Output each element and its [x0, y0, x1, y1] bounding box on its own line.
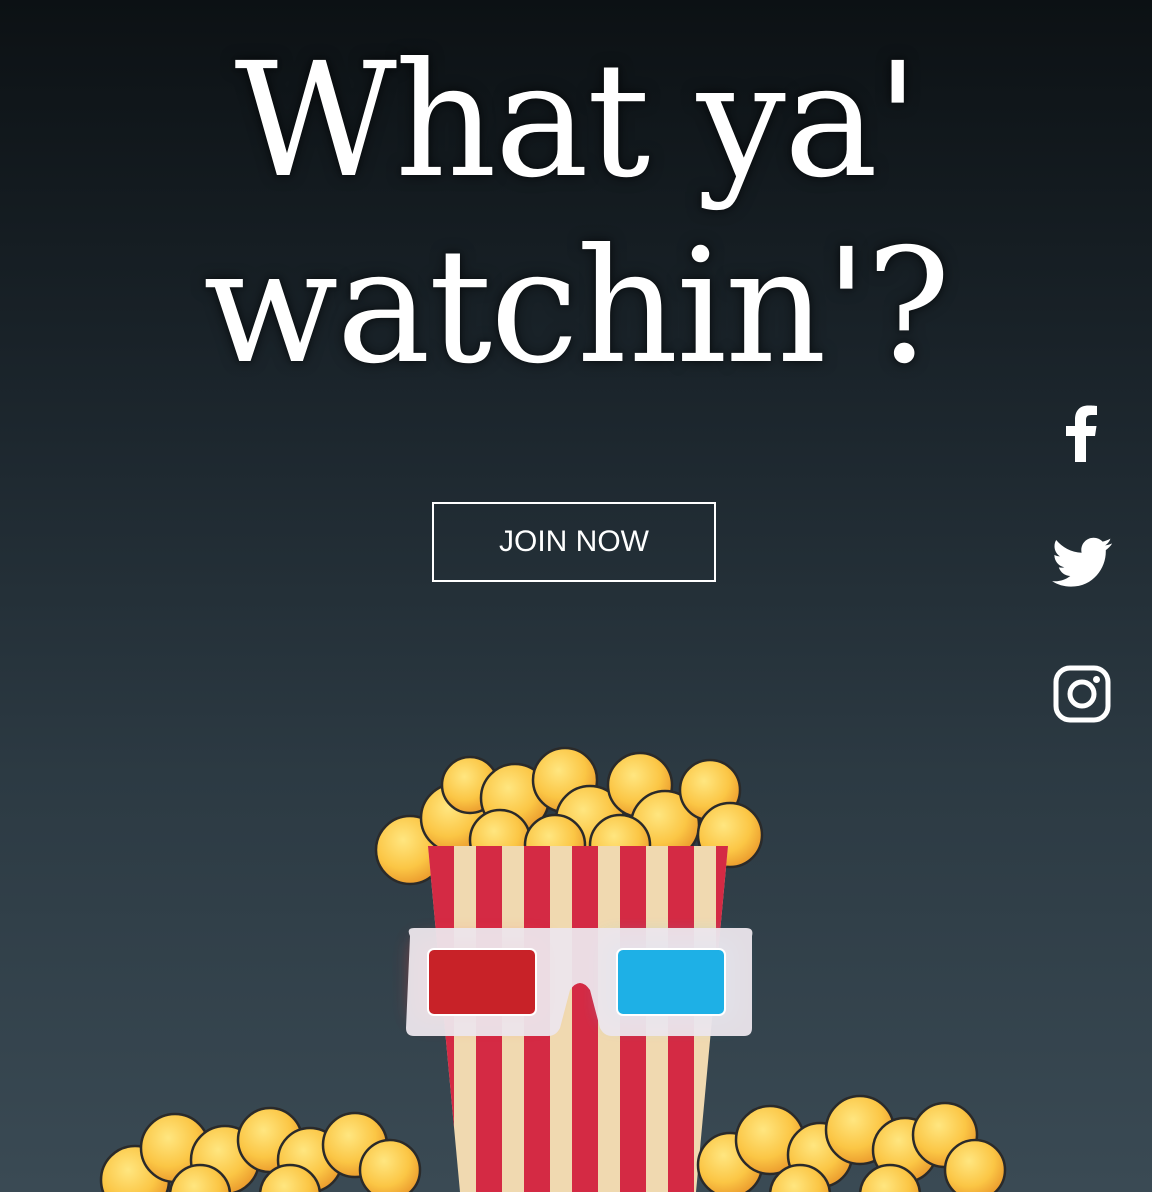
- facebook-link[interactable]: [1046, 396, 1118, 468]
- instagram-link[interactable]: [1046, 658, 1118, 730]
- facebook-icon: [1066, 405, 1097, 462]
- popcorn-illustration: [99, 746, 1007, 1192]
- headline-line-2: watchin'?: [203, 215, 951, 399]
- popcorn-pile-right: [696, 1094, 1007, 1192]
- instagram-icon: [1053, 665, 1111, 723]
- page-headline: What ya' watchin'?: [0, 28, 1152, 400]
- twitter-icon: [1052, 537, 1112, 587]
- headline-line-1: What ya': [234, 29, 920, 213]
- twitter-link[interactable]: [1046, 526, 1118, 598]
- popcorn-pile-left: [99, 1106, 422, 1192]
- join-now-button[interactable]: JOIN NOW: [432, 502, 716, 582]
